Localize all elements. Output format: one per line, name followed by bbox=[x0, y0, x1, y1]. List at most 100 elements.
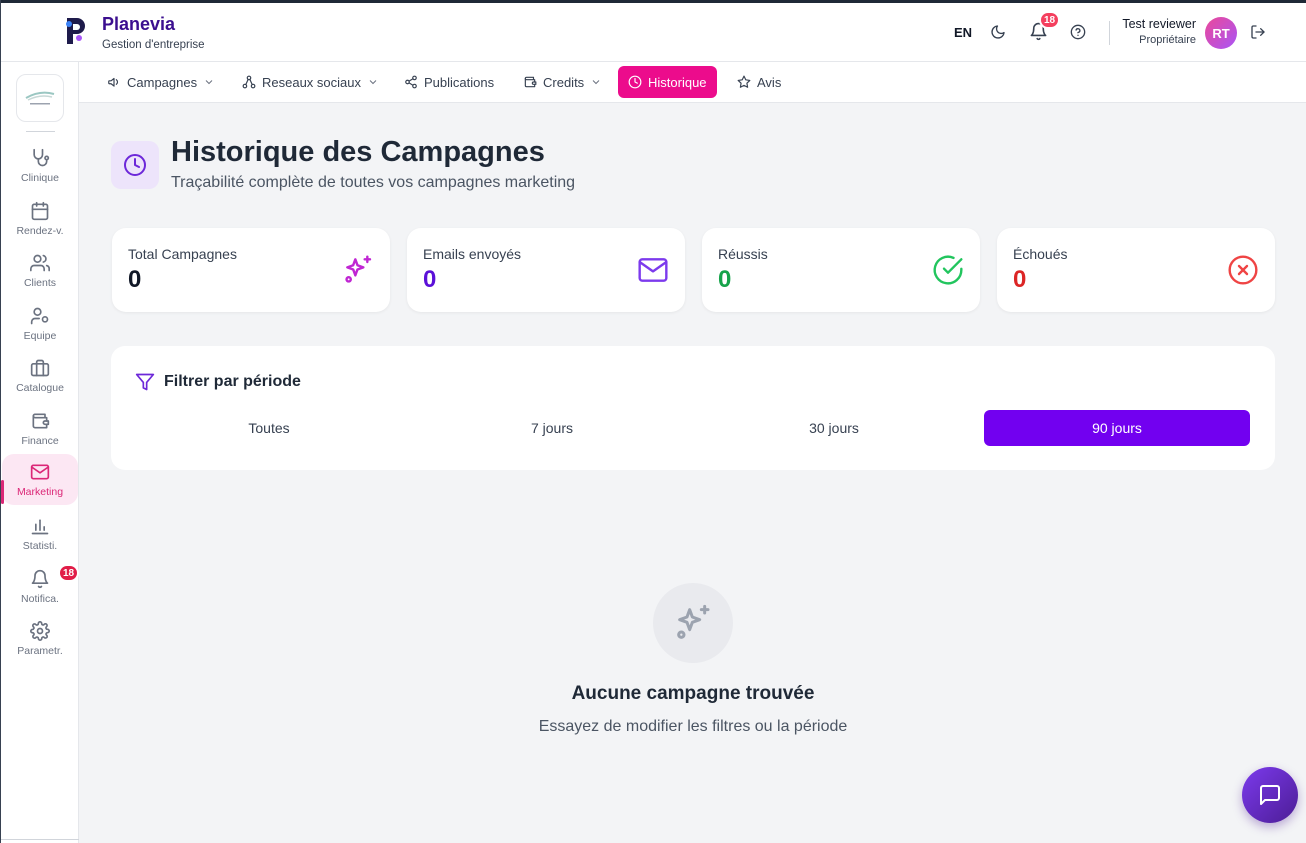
users-icon bbox=[29, 252, 51, 274]
page-title: Historique des Campagnes bbox=[171, 136, 545, 168]
stat-label: Échoués bbox=[1013, 246, 1068, 262]
briefcase-icon bbox=[29, 357, 51, 379]
user-role: Propriétaire bbox=[1139, 34, 1196, 46]
sidebar-item-label: Finance bbox=[21, 435, 59, 447]
sidebar-item-label: Clients bbox=[23, 277, 57, 289]
period-option-toutes[interactable]: Toutes bbox=[136, 410, 402, 446]
page-header-icon bbox=[111, 141, 159, 189]
sidebar-item-clinique[interactable]: Clinique bbox=[2, 144, 78, 194]
top-header: Planevia Gestion d'entreprise EN 18 Test… bbox=[1, 3, 1306, 62]
organization-logo-icon bbox=[25, 91, 55, 105]
chevron-down-icon bbox=[205, 80, 213, 85]
sidebar-item-label: Notifica. bbox=[21, 593, 59, 605]
stat-card-reussis: Réussis 0 bbox=[702, 228, 980, 312]
sidebar-item-rendez-vous[interactable]: Rendez-v. bbox=[2, 197, 78, 247]
sidebar-item-label: Rendez-v. bbox=[16, 225, 64, 237]
chat-button[interactable] bbox=[1242, 767, 1298, 823]
empty-state-icon-wrapper bbox=[653, 583, 733, 663]
period-option-90-jours[interactable]: 90 jours bbox=[984, 410, 1250, 446]
user-name: Test reviewer bbox=[1122, 17, 1196, 31]
stat-label: Emails envoyés bbox=[423, 246, 522, 262]
sidebar-item-clients[interactable]: Clients bbox=[2, 249, 78, 299]
period-option-30-jours[interactable]: 30 jours bbox=[701, 410, 967, 446]
stat-label: Total Campagnes bbox=[128, 246, 237, 262]
moon-icon bbox=[991, 25, 1005, 39]
tab-label: Credits bbox=[543, 74, 585, 90]
stat-card-echoues: Échoués 0 bbox=[997, 228, 1275, 312]
language-toggle[interactable]: EN bbox=[954, 25, 972, 40]
sidebar-item-marketing[interactable]: Marketing bbox=[2, 454, 78, 505]
page-subtitle: Traçabilité complète de toutes vos campa… bbox=[171, 174, 576, 191]
stat-value: 0 bbox=[423, 266, 437, 293]
logout-button[interactable] bbox=[1248, 22, 1268, 42]
sidebar-item-equipe[interactable]: Equipe bbox=[2, 302, 78, 352]
stat-label: Réussis bbox=[718, 246, 768, 262]
gear-icon bbox=[29, 620, 51, 642]
stethoscope-icon bbox=[29, 147, 51, 169]
check-circle-icon bbox=[932, 254, 964, 286]
tab-historique[interactable]: Historique bbox=[618, 66, 717, 98]
tab-label: Publications bbox=[424, 74, 495, 90]
organization-logo[interactable] bbox=[16, 74, 64, 122]
stat-value: 0 bbox=[1013, 266, 1027, 293]
x-circle-icon bbox=[1227, 254, 1259, 286]
period-filter-card bbox=[111, 346, 1275, 470]
header-divider bbox=[1109, 21, 1110, 45]
notification-badge: 18 bbox=[1039, 11, 1061, 29]
tab-publications[interactable]: Publications bbox=[394, 66, 504, 98]
share-icon bbox=[405, 75, 417, 89]
clock-icon bbox=[124, 154, 146, 176]
filter-icon bbox=[135, 372, 155, 397]
sidebar-divider bbox=[26, 131, 55, 132]
stat-card-total-campagnes: Total Campagnes 0 bbox=[112, 228, 390, 312]
wallet-icon bbox=[524, 76, 537, 88]
sidebar-notification-badge: 18 bbox=[58, 564, 80, 582]
dark-mode-toggle[interactable] bbox=[988, 22, 1008, 42]
mail-icon bbox=[637, 254, 669, 286]
tab-credits[interactable]: Credits bbox=[513, 66, 612, 98]
help-button[interactable] bbox=[1068, 22, 1088, 42]
planevia-logo-icon[interactable] bbox=[63, 16, 89, 46]
sidebar-item-parametres[interactable]: Parametr. bbox=[2, 617, 78, 667]
filter-title: Filtrer par période bbox=[164, 373, 301, 390]
stat-value: 0 bbox=[128, 266, 142, 293]
stat-value: 0 bbox=[718, 266, 732, 293]
chevron-down-icon bbox=[592, 80, 600, 85]
sparkles-icon bbox=[342, 254, 374, 286]
sidebar-bottom-divider bbox=[1, 839, 79, 840]
sidebar-item-statistiques[interactable]: Statisti. bbox=[2, 512, 78, 562]
calendar-icon bbox=[29, 200, 51, 222]
tab-campagnes[interactable]: Campagnes bbox=[97, 66, 225, 98]
brand-name: Planevia bbox=[102, 14, 176, 34]
sidebar-item-label: Equipe bbox=[23, 330, 57, 342]
period-option-7-jours[interactable]: 7 jours bbox=[419, 410, 685, 446]
tab-avis[interactable]: Avis bbox=[727, 66, 791, 98]
tab-label: Campagnes bbox=[127, 74, 198, 90]
sidebar-item-label: Parametr. bbox=[17, 645, 63, 657]
sidebar-item-label: Clinique bbox=[21, 172, 59, 184]
tab-reseaux-sociaux[interactable]: Reseaux sociaux bbox=[232, 66, 389, 98]
empty-state-title: Aucune campagne trouvée bbox=[571, 683, 815, 704]
clock-icon bbox=[628, 75, 642, 89]
marketing-tabs: Campagnes Reseaux sociaux Publications C… bbox=[79, 62, 1306, 103]
sidebar-item-finance[interactable]: Finance bbox=[2, 407, 78, 457]
help-circle-icon bbox=[1070, 24, 1086, 40]
tab-label: Avis bbox=[757, 74, 782, 90]
bell-icon bbox=[29, 568, 51, 590]
stat-card-emails-envoyes: Emails envoyés 0 bbox=[407, 228, 685, 312]
chevron-down-icon bbox=[369, 80, 377, 85]
avatar[interactable]: RT bbox=[1205, 17, 1237, 49]
empty-state-subtitle: Essayez de modifier les filtres ou la pé… bbox=[538, 718, 848, 735]
sidebar-item-catalogue[interactable]: Catalogue bbox=[2, 354, 78, 404]
network-icon bbox=[242, 75, 256, 89]
chat-icon bbox=[1260, 785, 1280, 805]
mail-icon bbox=[29, 461, 51, 483]
logout-icon bbox=[1251, 25, 1265, 39]
sidebar-item-label: Marketing bbox=[16, 486, 64, 498]
tab-label: Historique bbox=[648, 74, 707, 90]
active-indicator bbox=[1, 480, 4, 504]
user-cog-icon bbox=[29, 305, 51, 327]
sparkles-icon bbox=[677, 604, 710, 639]
brand-subtitle: Gestion d'entreprise bbox=[102, 39, 205, 51]
tab-label: Reseaux sociaux bbox=[262, 74, 361, 90]
